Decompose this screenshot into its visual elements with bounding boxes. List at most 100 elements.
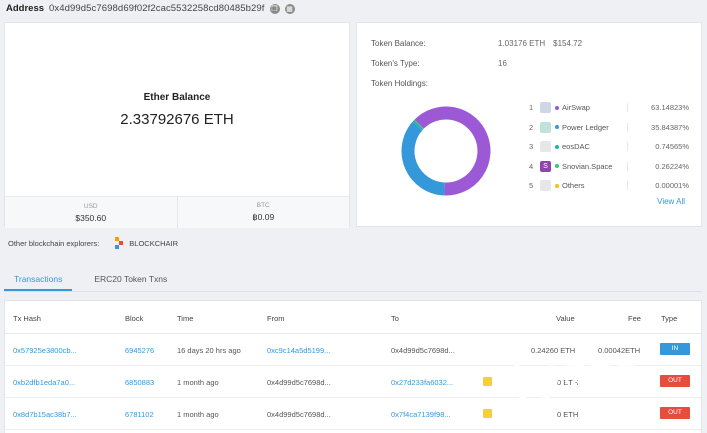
header-tx-hash: Tx Hash bbox=[13, 314, 41, 323]
token-type-value: 16 bbox=[498, 59, 507, 68]
holdings-donut-chart[interactable] bbox=[401, 106, 491, 196]
holding-name: AirSwap bbox=[562, 103, 590, 113]
header-from: From bbox=[267, 314, 285, 323]
tx-time: 1 month ago bbox=[177, 378, 219, 387]
token-type-label: Token's Type: bbox=[371, 59, 420, 68]
token-balance-label: Token Balance: bbox=[371, 39, 426, 48]
holdings-list: 1 AirSwap 63.14823% 2 Power Ledger 35.84387% 3… bbox=[529, 98, 689, 196]
tx-hash-link[interactable]: 0x8d7b15ac38b7... bbox=[13, 410, 77, 419]
holding-rank: 4 bbox=[529, 161, 534, 171]
holding-item[interactable]: 1 AirSwap 63.14823% bbox=[529, 98, 689, 118]
to-address-link[interactable]: 0x7f4ca7139f98... bbox=[391, 410, 451, 419]
block-link[interactable]: 6945276 bbox=[125, 346, 154, 355]
block-link[interactable]: 6781102 bbox=[125, 410, 154, 419]
address-bar: Address 0x4d99d5c7698d69f02f2cac5532258c… bbox=[0, 0, 707, 17]
tx-fee: 0.00042ETH bbox=[598, 346, 641, 355]
usd-column: USD $350.60 bbox=[5, 197, 177, 228]
header-block: Block bbox=[125, 314, 144, 323]
explorers-label: Other blockchain explorers: bbox=[8, 238, 100, 248]
qr-code-icon[interactable]: ▦ bbox=[284, 3, 295, 14]
tx-value: 0 ETH bbox=[557, 410, 579, 419]
view-all-link[interactable]: View All bbox=[657, 197, 685, 206]
tab-bar: Transactions ERC20 Token Txns bbox=[4, 266, 702, 292]
holding-item[interactable]: 5 Others 0.00001% bbox=[529, 176, 689, 196]
tx-value: 0.24260 ETH bbox=[531, 346, 576, 355]
from-address-link[interactable]: 0xc9c14a5d5199... bbox=[267, 346, 330, 355]
balance-label: Ether Balance bbox=[143, 91, 211, 103]
holding-rank: 2 bbox=[529, 122, 534, 132]
token-balance-row: Token Balance: 1.03176 ETH $154.72 bbox=[371, 39, 582, 48]
header-time: Time bbox=[177, 314, 194, 323]
header-value: Value bbox=[556, 314, 575, 323]
contract-note-icon bbox=[483, 377, 492, 386]
balance-main: Ether Balance 2.33792676 ETH bbox=[5, 23, 349, 196]
blockchair-label: BLOCKCHAIR bbox=[129, 238, 179, 248]
series-color-dot bbox=[555, 164, 559, 169]
series-color-dot bbox=[555, 144, 559, 149]
holding-rank: 1 bbox=[529, 103, 534, 113]
donut-slice[interactable] bbox=[401, 121, 446, 196]
token-type-row: Token's Type: 16 bbox=[371, 59, 507, 68]
tx-type-badge: OUT bbox=[660, 407, 690, 419]
holding-percent: 0.00001% bbox=[627, 181, 689, 191]
tx-type-badge: OUT bbox=[660, 375, 690, 387]
header-fee: Fee bbox=[628, 314, 641, 323]
table-header: Tx Hash Block Time From To Value Fee Typ… bbox=[5, 301, 701, 334]
tx-type-badge: IN bbox=[660, 343, 690, 355]
address-value[interactable]: 0x4d99d5c7698d69f02f2cac5532258cd80485b2… bbox=[49, 3, 265, 14]
holding-item[interactable]: 4 S Snovian.Space 0.26224% bbox=[529, 157, 689, 177]
holding-name: Power Ledger bbox=[562, 122, 609, 132]
balance-conversions: USD $350.60 BTC ฿0.09 bbox=[5, 196, 349, 228]
token-logo-icon: S bbox=[540, 160, 551, 172]
token-logo-icon bbox=[540, 141, 551, 153]
holding-name: eosDAC bbox=[562, 142, 590, 152]
series-color-dot bbox=[555, 183, 559, 188]
tx-value: 0 ETH bbox=[557, 378, 579, 387]
token-holdings-row: Token Holdings: bbox=[371, 79, 498, 88]
blockchair-icon bbox=[115, 237, 124, 249]
series-color-dot bbox=[555, 125, 559, 130]
usd-label: USD bbox=[83, 202, 98, 210]
table-row: 0x57925e3800cb... 6945276 16 days 20 hrs… bbox=[5, 334, 701, 366]
to-address-link[interactable]: 0x27d233fa6032... bbox=[391, 378, 453, 387]
holding-name: Snovian.Space bbox=[562, 161, 613, 171]
holding-rank: 5 bbox=[529, 181, 534, 191]
to-address: 0x4d99d5c7698d... bbox=[391, 346, 455, 355]
balance-card: Ether Balance 2.33792676 ETH USD $350.60… bbox=[4, 22, 350, 228]
holding-name: Others bbox=[562, 181, 585, 191]
btc-column: BTC ฿0.09 bbox=[176, 197, 350, 228]
tab-erc20-token-txns[interactable]: ERC20 Token Txns bbox=[84, 266, 177, 291]
token-balance-eth: 1.03176 ETH bbox=[498, 39, 546, 48]
tx-time: 1 month ago bbox=[177, 410, 219, 419]
token-logo-icon bbox=[540, 180, 551, 192]
tab-transactions[interactable]: Transactions bbox=[4, 266, 73, 291]
holding-percent: 0.26224% bbox=[627, 161, 689, 171]
block-link[interactable]: 6850883 bbox=[125, 378, 154, 387]
holding-percent: 0.74565% bbox=[627, 142, 689, 152]
address-label: Address bbox=[6, 3, 45, 14]
header-to: To bbox=[391, 314, 399, 323]
table-row: 0x8d7b15ac38b7... 6781102 1 month ago 0x… bbox=[5, 398, 701, 430]
from-address: 0x4d99d5c7698d... bbox=[267, 378, 331, 387]
donut-slice[interactable] bbox=[412, 120, 424, 131]
holding-item[interactable]: 2 Power Ledger 35.84387% bbox=[529, 118, 689, 138]
other-explorers: Other blockchain explorers: BLOCKCHAIR bbox=[8, 237, 178, 249]
copy-icon[interactable]: ❐ bbox=[269, 3, 280, 14]
token-holdings-label: Token Holdings: bbox=[371, 79, 428, 88]
holding-item[interactable]: 3 eosDAC 0.74565% bbox=[529, 137, 689, 157]
transactions-table: Tx Hash Block Time From To Value Fee Typ… bbox=[4, 300, 702, 433]
token-card: Token Balance: 1.03176 ETH $154.72 Token… bbox=[356, 22, 702, 227]
btc-value: ฿0.09 bbox=[252, 212, 275, 222]
token-balance-usd: $154.72 bbox=[553, 39, 583, 48]
tx-hash-link[interactable]: 0xb2dfb1eda7a0... bbox=[13, 378, 75, 387]
btc-label: BTC bbox=[256, 202, 270, 209]
tx-hash-link[interactable]: 0x57925e3800cb... bbox=[13, 346, 77, 355]
usd-value: $350.60 bbox=[75, 212, 107, 223]
token-logo-icon bbox=[540, 102, 551, 114]
header-type: Type bbox=[661, 314, 678, 323]
tx-time: 16 days 20 hrs ago bbox=[177, 346, 241, 355]
blockchair-link[interactable]: BLOCKCHAIR bbox=[115, 237, 178, 249]
balance-value: 2.33792676 ETH bbox=[120, 110, 234, 128]
series-color-dot bbox=[555, 105, 559, 110]
holding-rank: 3 bbox=[529, 142, 534, 152]
